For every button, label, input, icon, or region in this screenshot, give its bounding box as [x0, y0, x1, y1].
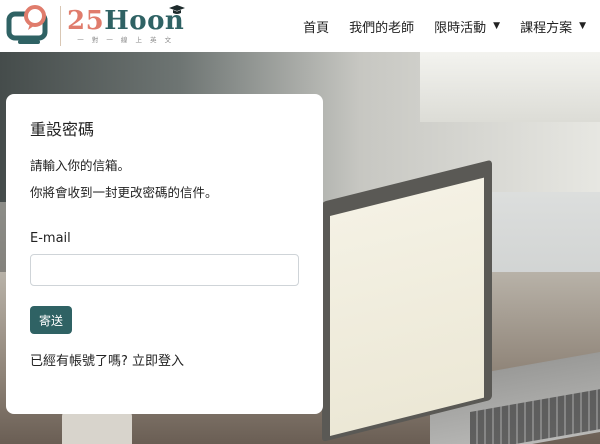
- nav-item-label: 限時活動: [434, 20, 487, 36]
- main-nav: 首頁 我們的老師 限時活動 ▼ 課程方案 ▼: [303, 0, 586, 52]
- send-button[interactable]: 寄送: [30, 306, 72, 334]
- caret-down-icon: ▼: [579, 21, 586, 31]
- instruction-text: 請輸入你的信箱。: [30, 158, 131, 173]
- nav-item-label: 我們的老師: [349, 20, 415, 36]
- reset-password-card: 重設密碼 請輸入你的信箱。 你將會收到一封更改密碼的信件。 E-mail 寄送 …: [6, 94, 323, 414]
- top-navbar: 25Hoon 一 對 一 線 上 英 文 首頁 我們的老師 限時活動 ▼ 課程方…: [0, 0, 600, 52]
- nav-item-label: 首頁: [303, 20, 330, 36]
- email-label: E-mail: [30, 231, 71, 246]
- page: 25Hoon 一 對 一 線 上 英 文 首頁 我們的老師 限時活動 ▼ 課程方…: [0, 0, 600, 444]
- graduation-cap-icon: [169, 5, 186, 15]
- brand-logo[interactable]: 25Hoon 一 對 一 線 上 英 文: [6, 4, 206, 48]
- nav-item-promotions[interactable]: 限時活動 ▼: [434, 17, 500, 36]
- brand-wordmark: 25Hoon: [67, 8, 184, 34]
- nav-item-course-plans[interactable]: 課程方案 ▼: [520, 17, 586, 36]
- card-title: 重設密碼: [30, 120, 95, 139]
- instruction-detail-text: 你將會收到一封更改密碼的信件。: [30, 184, 218, 200]
- nav-item-home[interactable]: 首頁: [303, 17, 329, 36]
- nav-item-teachers[interactable]: 我們的老師: [349, 17, 414, 36]
- monitor-logo-icon: [6, 5, 48, 44]
- nav-item-label: 課程方案: [520, 20, 573, 36]
- caret-down-icon: ▼: [493, 21, 501, 31]
- email-field[interactable]: [30, 254, 299, 286]
- login-link[interactable]: 立即登入: [132, 354, 184, 369]
- login-prompt-text: 已經有帳號了嗎?: [30, 354, 128, 369]
- brand-tagline: 一 對 一 線 上 英 文: [77, 36, 175, 45]
- brand-number: 25: [67, 6, 105, 37]
- login-prompt-line: 已經有帳號了嗎? 立即登入: [30, 355, 299, 368]
